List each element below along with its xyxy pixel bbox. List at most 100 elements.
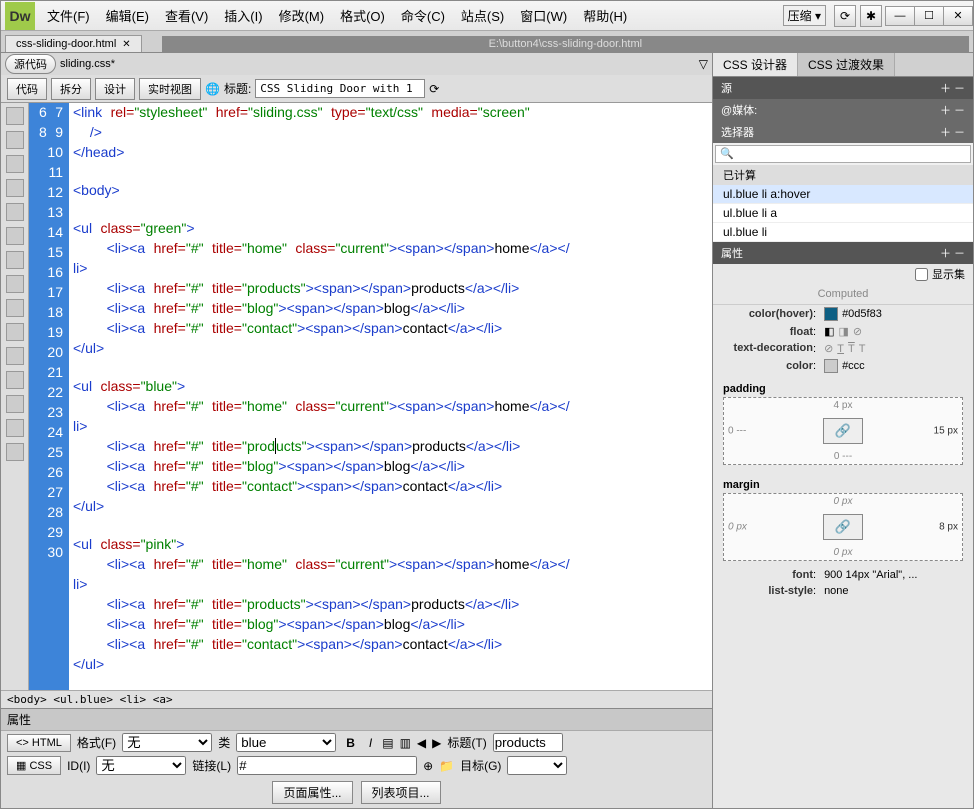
menu-help[interactable]: 帮助(H) — [575, 6, 635, 25]
app-window: Dw 文件(F) 编辑(E) 查看(V) 插入(I) 修改(M) 格式(O) 命… — [0, 0, 974, 809]
close-tab-icon[interactable]: ✕ — [122, 39, 130, 50]
list-ol-icon[interactable]: ▥ — [400, 736, 411, 750]
tag-selector-breadcrumb[interactable]: <body> <ul.blue> <li> <a> — [1, 690, 712, 708]
menu-site[interactable]: 站点(S) — [453, 6, 512, 25]
selector-item[interactable]: ul.blue li a:hover — [713, 185, 973, 204]
code-view-button[interactable]: 代码 — [7, 78, 47, 100]
indent-icon[interactable]: ▶ — [432, 736, 441, 750]
tool-icon[interactable] — [6, 275, 24, 293]
panel-tabs: CSS 设计器 CSS 过渡效果 — [713, 53, 973, 77]
format-select[interactable]: 无 — [122, 733, 212, 752]
tool-icon[interactable] — [6, 347, 24, 365]
globe-icon[interactable]: 🌐 — [205, 82, 220, 96]
menu-window[interactable]: 窗口(W) — [512, 6, 575, 25]
tool-icon[interactable] — [6, 419, 24, 437]
class-select[interactable]: blue — [236, 733, 336, 752]
prop-font[interactable]: font: 900 14px "Arial", ... — [713, 567, 973, 583]
page-properties-button[interactable]: 页面属性... — [272, 781, 352, 804]
css-mode-button[interactable]: ▦ CSS — [7, 756, 61, 775]
menu-edit[interactable]: 编辑(E) — [98, 6, 157, 25]
show-set-checkbox[interactable] — [915, 268, 928, 281]
color-swatch[interactable] — [824, 359, 838, 373]
document-tabbar: css-sliding-door.html ✕ E:\button4\css-s… — [1, 31, 973, 53]
filter-icon[interactable]: ▽ — [699, 57, 708, 71]
tool-icon[interactable] — [6, 395, 24, 413]
refresh-icon[interactable]: ⟳ — [429, 82, 439, 96]
tool-icon[interactable] — [6, 203, 24, 221]
selector-search-input[interactable] — [715, 145, 971, 163]
sync-icon[interactable]: ⟳ — [834, 5, 856, 27]
tool-icon[interactable] — [6, 443, 24, 461]
maximize-button[interactable]: ☐ — [914, 6, 944, 26]
color-swatch[interactable] — [824, 307, 838, 321]
browse-folder-icon[interactable]: 📁 — [439, 759, 454, 773]
selector-item[interactable]: ul.blue li — [713, 223, 973, 242]
float-none-icon[interactable]: ⊘ — [853, 325, 862, 338]
menu-modify[interactable]: 修改(M) — [271, 6, 333, 25]
id-select[interactable]: 无 — [96, 756, 186, 775]
point-to-file-icon[interactable]: ⊕ — [423, 759, 433, 773]
code-content[interactable]: <link rel="stylesheet" href="sliding.css… — [69, 103, 712, 690]
menu-commands[interactable]: 命令(C) — [393, 6, 453, 25]
menu-view[interactable]: 查看(V) — [157, 6, 216, 25]
tool-icon[interactable] — [6, 251, 24, 269]
html-mode-button[interactable]: <> HTML — [7, 734, 71, 752]
link-icon[interactable]: 🔗 — [835, 519, 851, 535]
document-tab-label: css-sliding-door.html — [16, 38, 116, 50]
properties-section-header[interactable]: 属性＋ － — [713, 242, 973, 264]
computed-toggle[interactable]: 已计算 — [713, 165, 973, 185]
menu-insert[interactable]: 插入(I) — [216, 6, 270, 25]
title-attr-label: 标题(T) — [447, 734, 486, 751]
menu-file[interactable]: 文件(F) — [39, 6, 98, 25]
sources-section[interactable]: 源＋ － — [713, 77, 973, 99]
float-right-icon[interactable]: ◨ — [838, 325, 848, 338]
split-view-button[interactable]: 拆分 — [51, 78, 91, 100]
tool-icon[interactable] — [6, 227, 24, 245]
tool-icon[interactable] — [6, 107, 24, 125]
prop-color[interactable]: color: #ccc — [713, 357, 973, 375]
related-file-tab[interactable]: sliding.css* — [60, 58, 115, 70]
link-input[interactable] — [237, 756, 417, 775]
prop-text-decoration[interactable]: text-decoration: ⊘ T T T — [713, 340, 973, 357]
minimize-button[interactable]: — — [885, 6, 915, 26]
prop-float[interactable]: float: ◧ ◨ ⊘ — [713, 323, 973, 340]
tool-icon[interactable] — [6, 323, 24, 341]
menu-format[interactable]: 格式(O) — [332, 6, 393, 25]
italic-button[interactable]: I — [365, 736, 376, 750]
title-attr-input[interactable] — [493, 733, 563, 752]
list-ul-icon[interactable]: ▤ — [382, 736, 393, 750]
class-label: 类 — [218, 734, 230, 751]
workspace-dropdown[interactable]: 压缩 ▾ — [783, 5, 826, 26]
prop-color-hover[interactable]: color(hover): #0d5f83 — [713, 305, 973, 323]
list-item-button[interactable]: 列表项目... — [361, 781, 441, 804]
settings-icon[interactable]: ✱ — [860, 5, 882, 27]
td-none-icon[interactable]: ⊘ — [824, 342, 833, 355]
css-designer-panel: CSS 设计器 CSS 过渡效果 源＋ － @媒体:＋ － 选择器＋ － 已计算… — [713, 53, 973, 808]
show-set-toggle[interactable]: 显示集 — [713, 264, 973, 284]
design-view-button[interactable]: 设计 — [95, 78, 135, 100]
css-transitions-tab[interactable]: CSS 过渡效果 — [798, 53, 895, 76]
close-button[interactable]: ✕ — [943, 6, 973, 26]
page-title-input[interactable] — [255, 79, 425, 98]
live-view-button[interactable]: 实时视图 — [139, 78, 201, 100]
target-select[interactable] — [507, 756, 567, 775]
tool-icon[interactable] — [6, 155, 24, 173]
outdent-icon[interactable]: ◀ — [417, 736, 426, 750]
tool-icon[interactable] — [6, 131, 24, 149]
float-left-icon[interactable]: ◧ — [824, 325, 834, 338]
line-gutter: 6 7 8 9 10 11 12 13 14 15 16 17 18 19 20… — [29, 103, 69, 690]
css-designer-tab[interactable]: CSS 设计器 — [713, 53, 798, 76]
tool-icon[interactable] — [6, 371, 24, 389]
code-editor[interactable]: 6 7 8 9 10 11 12 13 14 15 16 17 18 19 20… — [1, 103, 712, 690]
link-icon[interactable]: 🔗 — [835, 423, 851, 439]
bold-button[interactable]: B — [342, 736, 359, 750]
media-section[interactable]: @媒体:＋ － — [713, 99, 973, 121]
link-label: 链接(L) — [192, 757, 231, 774]
document-tab[interactable]: css-sliding-door.html ✕ — [5, 35, 142, 52]
selector-item[interactable]: ul.blue li a — [713, 204, 973, 223]
tool-icon[interactable] — [6, 299, 24, 317]
selectors-section[interactable]: 选择器＋ － — [713, 121, 973, 143]
prop-list-style[interactable]: list-style: none — [713, 583, 973, 599]
source-code-tab[interactable]: 源代码 — [5, 54, 56, 74]
tool-icon[interactable] — [6, 179, 24, 197]
